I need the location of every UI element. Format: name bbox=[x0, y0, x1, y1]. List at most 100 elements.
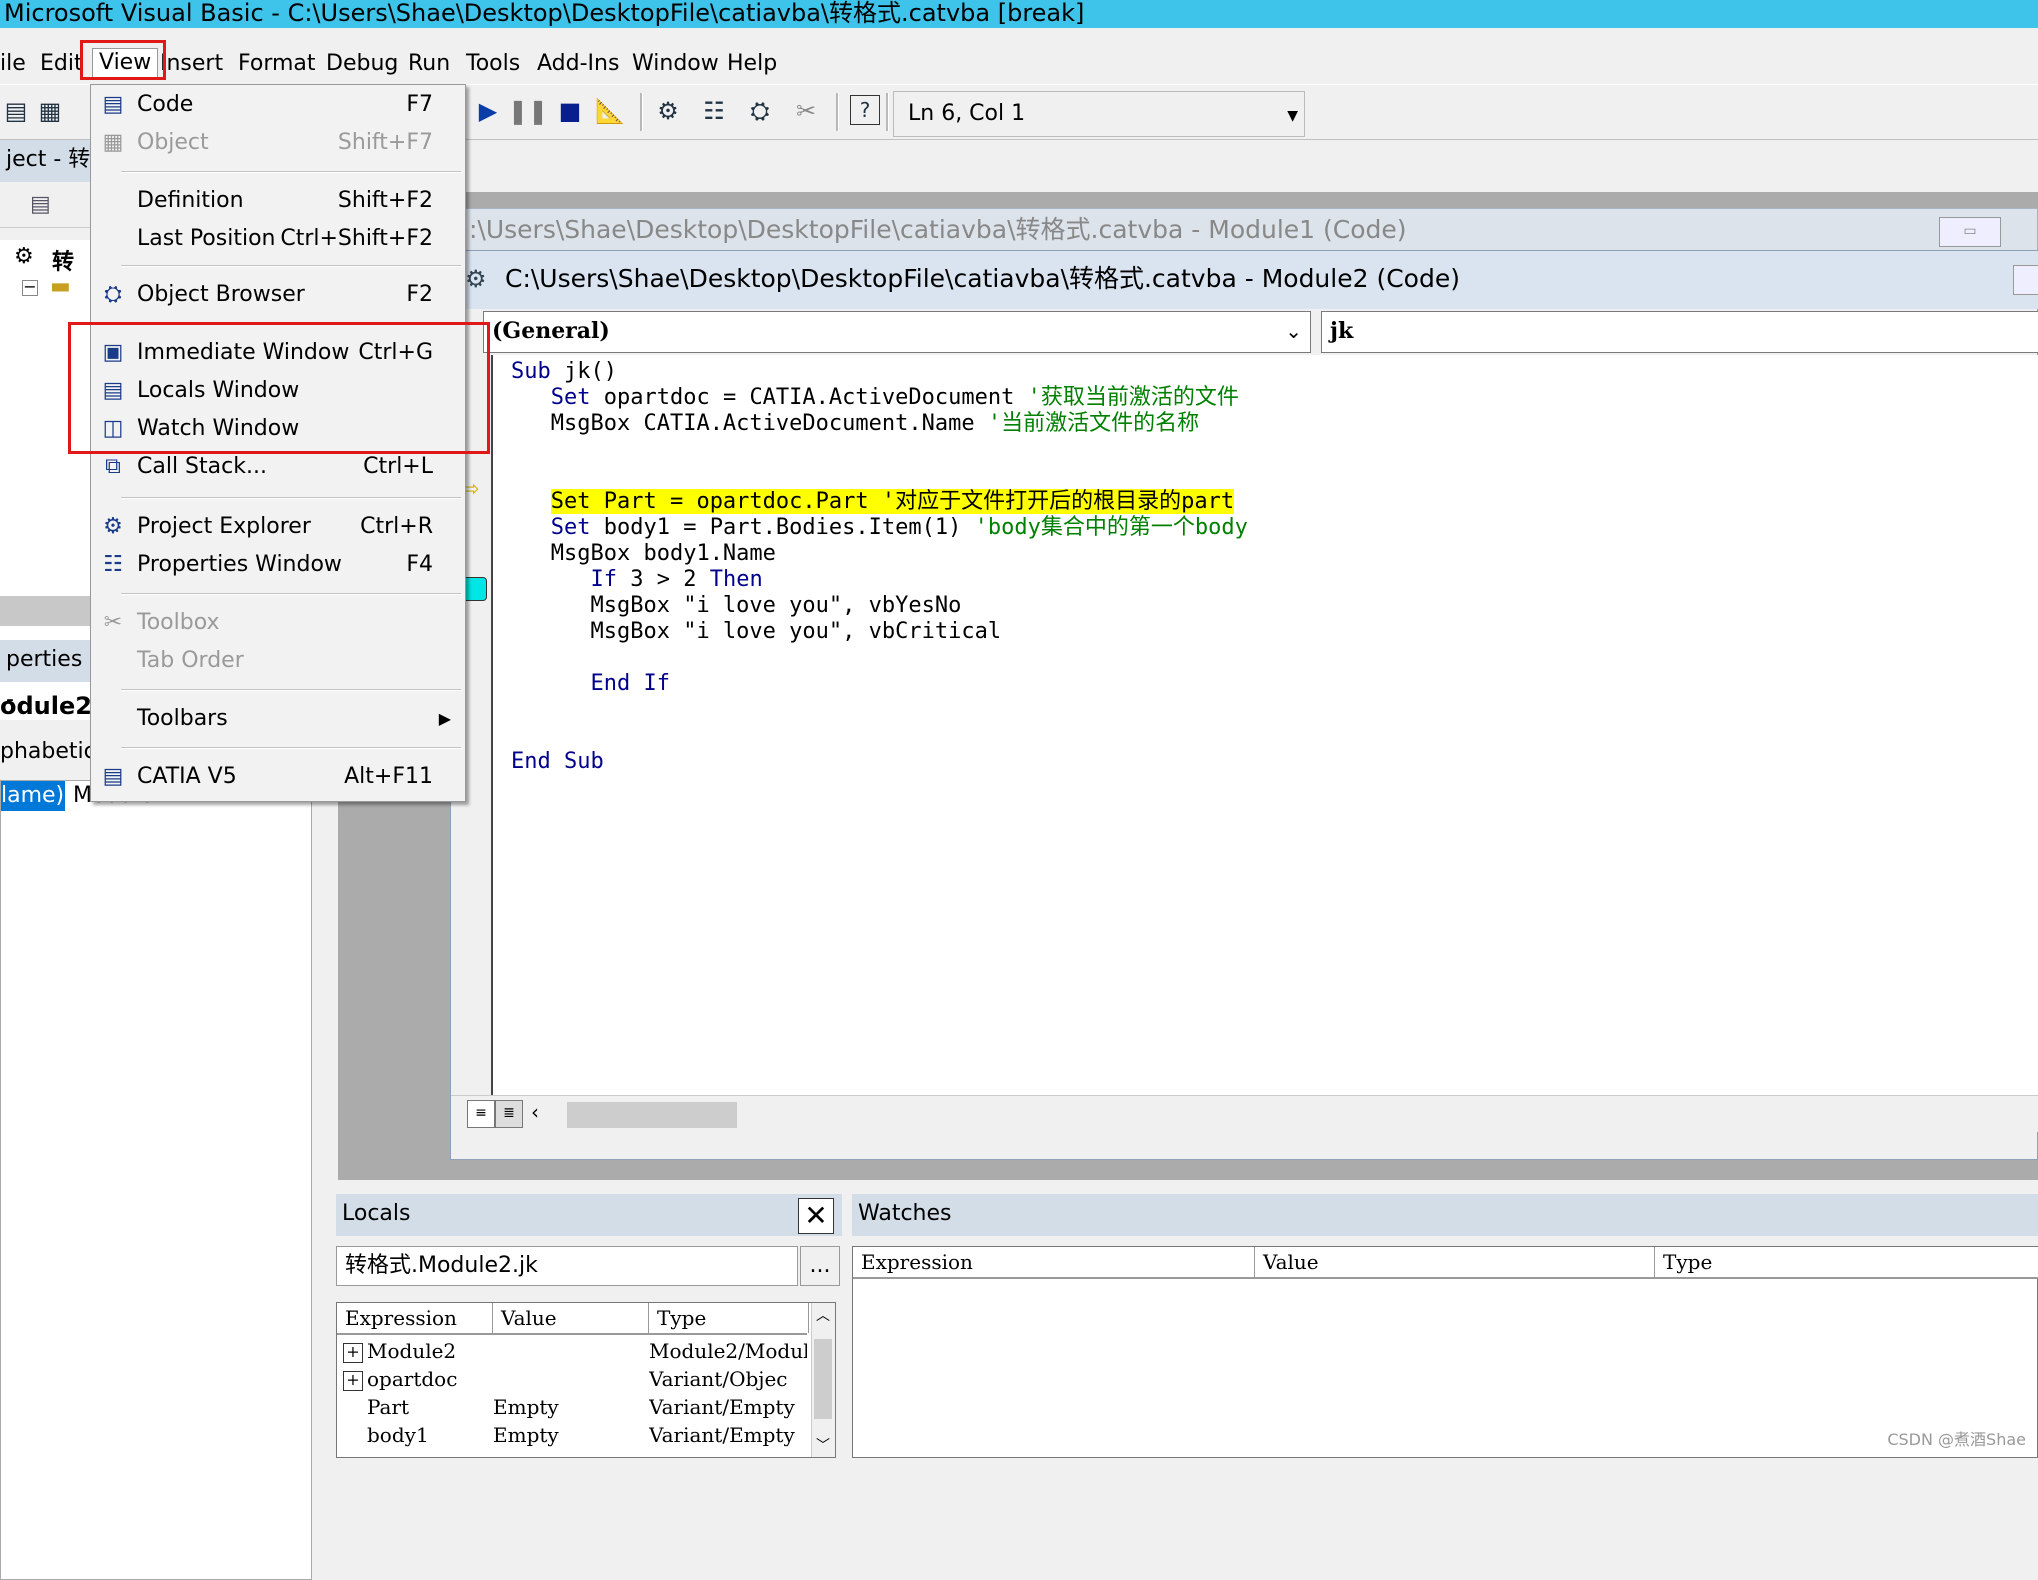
properties-grid: lame) Module2 bbox=[0, 780, 312, 1580]
properties-window-icon[interactable]: ☷ bbox=[698, 95, 730, 127]
menu-help[interactable]: Help bbox=[727, 50, 777, 78]
watches-grid: Expression Value Type bbox=[852, 1246, 2038, 1458]
reset-icon[interactable]: ■ bbox=[554, 95, 586, 127]
view-menu-object[interactable]: ▦ Object Shift+F7 bbox=[91, 125, 465, 161]
view-menu-project-explorer[interactable]: ⚙ Project Explorer Ctrl+R bbox=[91, 509, 465, 545]
watches-window: Watches Expression Value Type bbox=[852, 1190, 2038, 1458]
project-explorer-icon[interactable]: ⚙ bbox=[652, 95, 684, 127]
view-menu-last-position[interactable]: Last Position Ctrl+Shift+F2 bbox=[91, 221, 465, 257]
run-icon[interactable]: ▶ bbox=[472, 95, 504, 127]
menu-window[interactable]: Window bbox=[632, 50, 719, 78]
view-menu-tab-order[interactable]: Tab Order bbox=[91, 643, 465, 679]
properties-window-icon: ☷ bbox=[103, 552, 123, 577]
cursor-position: Ln 6, Col 1 bbox=[908, 101, 1026, 126]
menu-insert[interactable]: Insert bbox=[160, 50, 223, 78]
tree-project-item[interactable]: 转 bbox=[52, 244, 74, 276]
procedure-combo[interactable]: jk bbox=[1321, 311, 2038, 353]
insert-module-icon[interactable]: ▦ bbox=[34, 95, 66, 127]
menu-debug[interactable]: Debug bbox=[326, 50, 398, 78]
scroll-up-icon[interactable]: ︿ bbox=[816, 1305, 830, 1325]
properties-title: perties - bbox=[0, 640, 94, 712]
full-module-view-icon[interactable]: ≣ bbox=[495, 1100, 523, 1128]
help-icon[interactable]: ? bbox=[850, 95, 880, 125]
locals-header-type[interactable]: Type bbox=[649, 1303, 809, 1333]
code-icon: ▤ bbox=[102, 92, 124, 117]
scroll-thumb[interactable] bbox=[814, 1339, 832, 1419]
view-menu-object-browser[interactable]: ⛭ Object Browser F2 bbox=[91, 277, 465, 313]
close-icon[interactable]: ✕ bbox=[798, 1198, 834, 1234]
module2-code-window: ⚙ C:\Users\Shae\Desktop\DesktopFile\cati… bbox=[450, 250, 2038, 1160]
code-editor[interactable]: Sub jk() Set opartdoc = CATIA.ActiveDocu… bbox=[491, 355, 2038, 1095]
code-window-icon: ⚙ bbox=[465, 265, 487, 293]
menu-edit[interactable]: Edit bbox=[40, 50, 83, 78]
current-statement: Set Part = opartdoc.Part '对应于文件打开后的根目录的p… bbox=[550, 489, 1235, 514]
minimize-icon[interactable]: ▭ bbox=[2013, 265, 2038, 295]
module1-code-window-title[interactable]: :\Users\Shae\Desktop\DesktopFile\catiavb… bbox=[462, 208, 2038, 252]
locals-header-expression[interactable]: Expression bbox=[337, 1303, 493, 1333]
properties-object-combo[interactable]: odule2 bbox=[0, 686, 94, 726]
splitter[interactable] bbox=[0, 596, 90, 626]
design-mode-icon[interactable]: 📐 bbox=[594, 95, 626, 127]
locals-title: Locals bbox=[336, 1194, 842, 1236]
view-menu-toolbars[interactable]: Toolbars ▶ bbox=[91, 701, 465, 737]
project-icon: ⚙ bbox=[14, 244, 34, 269]
locals-context: 转格式.Module2.jk bbox=[336, 1246, 798, 1286]
procedure-view-icon[interactable]: ≡ bbox=[467, 1100, 495, 1128]
object-combo[interactable]: (General) ⌄ bbox=[483, 311, 1311, 353]
menu-bar: ile Edit View Insert Format Debug Run To… bbox=[0, 44, 2038, 84]
submenu-arrow-icon: ▶ bbox=[438, 709, 451, 728]
locals-header-value[interactable]: Value bbox=[493, 1303, 649, 1333]
title-bar: Microsoft Visual Basic - C:\Users\Shae\D… bbox=[0, 0, 2038, 28]
chevron-down-icon[interactable]: ⌄ bbox=[1285, 312, 1302, 350]
view-menu-highlight-box bbox=[80, 40, 166, 80]
locals-vertical-scrollbar[interactable]: ︿ ﹀ bbox=[811, 1303, 835, 1457]
watches-header-expression[interactable]: Expression bbox=[853, 1247, 1255, 1277]
view-object-icon[interactable]: ▤ bbox=[30, 192, 51, 217]
toolbox-icon: ✂ bbox=[103, 610, 123, 635]
call-stack-icon: ⧉ bbox=[105, 454, 121, 479]
folder-icon: ▬ bbox=[50, 274, 71, 299]
menu-file[interactable]: ile bbox=[0, 50, 26, 78]
chevron-down-icon[interactable]: ▼ bbox=[1287, 94, 1298, 138]
window-title: Microsoft Visual Basic - C:\Users\Shae\D… bbox=[4, 0, 1085, 27]
watches-title: Watches bbox=[852, 1194, 2038, 1236]
tree-collapse-icon[interactable]: − bbox=[22, 279, 38, 296]
scroll-thumb[interactable] bbox=[567, 1102, 737, 1128]
view-menu-definition[interactable]: Definition Shift+F2 bbox=[91, 183, 465, 219]
watermark: CSDN @煮酒Shae bbox=[1887, 1430, 2026, 1449]
watches-header-value[interactable]: Value bbox=[1255, 1247, 1655, 1277]
catia-icon: ▤ bbox=[102, 764, 124, 789]
scroll-left-icon[interactable]: ‹ bbox=[531, 1100, 539, 1124]
view-code-icon[interactable]: ▤ bbox=[0, 95, 32, 127]
toolbar-strip bbox=[338, 140, 2038, 192]
view-menu-catia-v5[interactable]: ▤ CATIA V5 Alt+F11 bbox=[91, 759, 465, 795]
view-menu-toolbox[interactable]: ✂ Toolbox bbox=[91, 605, 465, 641]
scroll-down-icon[interactable]: ﹀ bbox=[816, 1435, 830, 1455]
cursor-position-box: Ln 6, Col 1 ▼ bbox=[893, 91, 1305, 137]
call-stack-button[interactable]: ... bbox=[800, 1246, 840, 1286]
minimize-icon[interactable]: ▭ bbox=[1939, 217, 2001, 247]
menu-format[interactable]: Format bbox=[238, 50, 316, 78]
locals-grid: Expression Value Type + Module2 Module2/… bbox=[336, 1302, 836, 1458]
expand-icon[interactable]: + bbox=[343, 1343, 363, 1363]
object-browser-icon[interactable]: ⛭ bbox=[744, 95, 776, 127]
horizontal-scrollbar[interactable]: ≡ ≣ ‹ bbox=[451, 1095, 2038, 1132]
object-icon: ▦ bbox=[102, 130, 124, 155]
toolbox-icon[interactable]: ✂ bbox=[790, 95, 822, 127]
project-explorer-toolbar: ▤ bbox=[0, 188, 94, 228]
watches-header-type[interactable]: Type bbox=[1655, 1247, 2038, 1277]
view-menu-code[interactable]: ▤ Code F7 bbox=[91, 87, 465, 123]
property-name-key[interactable]: lame) bbox=[1, 781, 65, 811]
module2-code-window-title[interactable]: ⚙ C:\Users\Shae\Desktop\DesktopFile\cati… bbox=[451, 251, 2038, 309]
object-browser-icon: ⛭ bbox=[104, 282, 122, 307]
tab-alphabetic[interactable]: phabetic bbox=[0, 732, 96, 772]
locals-window: Locals ✕ 转格式.Module2.jk ... Expression V… bbox=[336, 1190, 842, 1458]
pause-icon[interactable]: ❚❚ bbox=[508, 95, 548, 127]
menu-run[interactable]: Run bbox=[408, 50, 450, 78]
menu-add-ins[interactable]: Add-Ins bbox=[537, 50, 619, 78]
view-menu-call-stack[interactable]: ⧉ Call Stack... Ctrl+L bbox=[91, 449, 465, 485]
view-menu-properties-window[interactable]: ☷ Properties Window F4 bbox=[91, 547, 465, 583]
debug-windows-highlight-box bbox=[68, 322, 490, 454]
menu-tools[interactable]: Tools bbox=[466, 50, 520, 78]
expand-icon[interactable]: + bbox=[343, 1371, 363, 1391]
